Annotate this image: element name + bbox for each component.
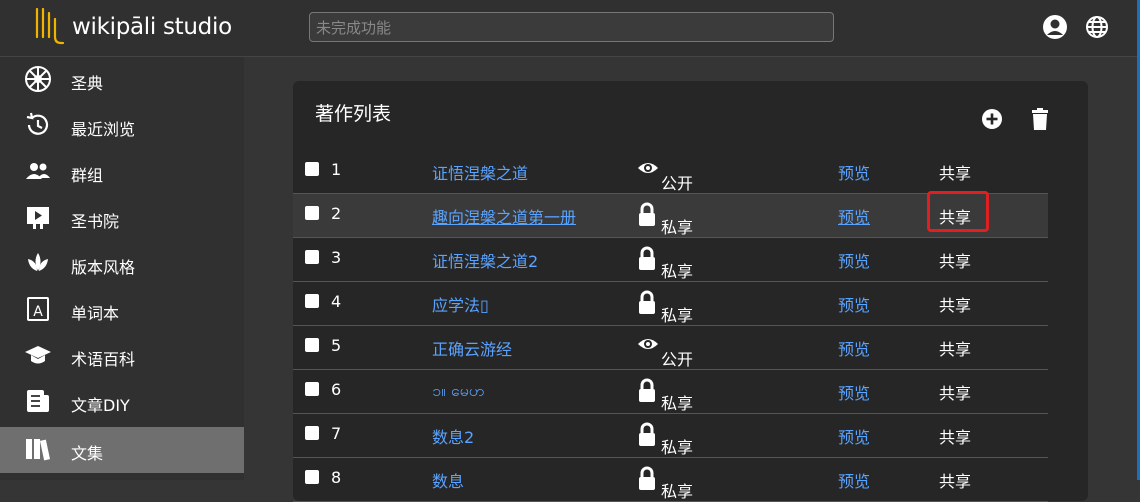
work-title-link[interactable]: 数息: [432, 468, 464, 492]
share-button[interactable]: 共享: [939, 292, 971, 316]
share-button[interactable]: 共享: [939, 160, 971, 184]
row-number: 5: [331, 336, 342, 355]
table-row: 6 ၁။ မေဟ 私享 预览 共享: [293, 370, 1048, 414]
privacy-label: 私享: [661, 262, 694, 281]
row-number: 8: [331, 468, 342, 487]
privacy-label: 私享: [661, 438, 694, 457]
dictionary-icon: A: [24, 295, 52, 323]
table-row: 5 正确云游经公开 预览 共享: [293, 326, 1048, 370]
sidebar-item-canon[interactable]: 圣典: [0, 57, 244, 103]
privacy-label: 公开: [661, 350, 694, 369]
sidebar-item-label: 圣典: [71, 74, 104, 93]
sidebar-item-label: 最近浏览: [71, 120, 136, 139]
row-number: 1: [331, 160, 342, 179]
row-checkbox[interactable]: [305, 250, 319, 264]
sidebar-item-course[interactable]: 圣书院: [0, 195, 244, 241]
row-checkbox[interactable]: [305, 206, 319, 220]
work-title-link[interactable]: 应学法▯: [432, 292, 489, 316]
graduation-cap-icon: [24, 341, 52, 369]
preview-link[interactable]: 预览: [838, 248, 870, 272]
sidebar-item-label: 术语百科: [71, 350, 136, 369]
privacy-label: 私享: [661, 306, 694, 325]
course-icon: [24, 203, 52, 231]
preview-link[interactable]: 预览: [838, 160, 870, 184]
share-button[interactable]: 共享: [939, 336, 971, 360]
privacy-label: 私享: [661, 482, 694, 501]
work-title-link[interactable]: 数息2: [432, 424, 474, 448]
row-number: 3: [331, 248, 342, 267]
sidebar: 圣典 最近浏览 群组 圣书院 版本风格 A 单词本 术语百科 文章DIY 文集: [0, 57, 244, 480]
table-row: 4 应学法▯ 私享 预览 共享: [293, 282, 1048, 326]
preview-link[interactable]: 预览: [838, 292, 870, 316]
app-logo[interactable]: wikipāli studio: [34, 2, 232, 52]
row-checkbox[interactable]: [305, 426, 319, 440]
row-number: 7: [331, 424, 342, 443]
top-bar: wikipāli studio 未完成功能: [0, 0, 1140, 57]
trash-icon[interactable]: [1026, 105, 1054, 133]
sidebar-item-terms[interactable]: 术语百科: [0, 333, 244, 379]
privacy-label: 公开: [661, 174, 694, 193]
share-button[interactable]: 共享: [939, 380, 971, 404]
group-icon: [24, 157, 52, 185]
history-icon: [24, 111, 52, 139]
privacy-label: 私享: [661, 394, 694, 413]
sidebar-item-groups[interactable]: 群组: [0, 149, 244, 195]
logo-icon: [35, 7, 65, 45]
work-title-link[interactable]: 趣向涅槃之道第一册: [432, 204, 576, 228]
share-button[interactable]: 共享: [939, 248, 971, 272]
row-checkbox[interactable]: [305, 338, 319, 352]
row-checkbox[interactable]: [305, 382, 319, 396]
sidebar-item-label: 文章DIY: [71, 396, 130, 415]
sidebar-item-recent[interactable]: 最近浏览: [0, 103, 244, 149]
article-icon: [24, 387, 52, 415]
sidebar-item-label: 文集: [71, 444, 104, 463]
sidebar-item-anthology[interactable]: 文集: [0, 427, 244, 473]
privacy-label: 私享: [661, 218, 694, 237]
share-button[interactable]: 共享: [939, 424, 971, 448]
table-row: 8 数息私享 预览 共享: [293, 458, 1048, 502]
work-title-link[interactable]: 证悟涅槃之道: [432, 160, 528, 184]
search-input[interactable]: 未完成功能: [309, 12, 834, 42]
sidebar-item-article-diy[interactable]: 文章DIY: [0, 379, 244, 425]
preview-link[interactable]: 预览: [838, 468, 870, 492]
preview-link[interactable]: 预览: [838, 380, 870, 404]
svg-text:A: A: [33, 304, 43, 320]
sidebar-item-label: 圣书院: [71, 212, 120, 231]
table-row: 1 证悟涅槃之道公开 预览 共享: [293, 150, 1048, 194]
work-title-link[interactable]: 正确云游经: [432, 336, 512, 360]
work-title-link[interactable]: ၁။ မေဟ: [432, 380, 484, 404]
card-title: 著作列表: [315, 103, 392, 125]
sidebar-item-label: 版本风格: [71, 258, 136, 277]
table-row: 3 证悟涅槃之道2 私享 预览 共享: [293, 238, 1048, 282]
books-icon: [24, 435, 52, 463]
table-row: 7 数息2 私享 预览 共享: [293, 414, 1048, 458]
account-icon[interactable]: [1042, 14, 1068, 40]
preview-link[interactable]: 预览: [838, 424, 870, 448]
globe-icon[interactable]: [1084, 14, 1110, 40]
row-checkbox[interactable]: [305, 162, 319, 176]
preview-link[interactable]: 预览: [838, 204, 870, 228]
row-checkbox[interactable]: [305, 294, 319, 308]
add-icon[interactable]: [978, 105, 1006, 133]
share-highlight-box: [927, 191, 989, 232]
row-number: 2: [331, 204, 342, 223]
sidebar-item-wordbook[interactable]: A 单词本: [0, 287, 244, 333]
row-checkbox[interactable]: [305, 470, 319, 484]
sidebar-item-style[interactable]: 版本风格: [0, 241, 244, 287]
app-name: wikipāli studio: [72, 14, 232, 40]
sidebar-item-label: 单词本: [71, 304, 120, 323]
sidebar-item-label: 群组: [71, 166, 104, 185]
row-number: 4: [331, 292, 342, 311]
work-title-link[interactable]: 证悟涅槃之道2: [432, 248, 538, 272]
lotus-icon: [24, 249, 52, 277]
share-button[interactable]: 共享: [939, 468, 971, 492]
wheel-icon: [24, 65, 52, 93]
preview-link[interactable]: 预览: [838, 336, 870, 360]
row-number: 6: [331, 380, 342, 399]
